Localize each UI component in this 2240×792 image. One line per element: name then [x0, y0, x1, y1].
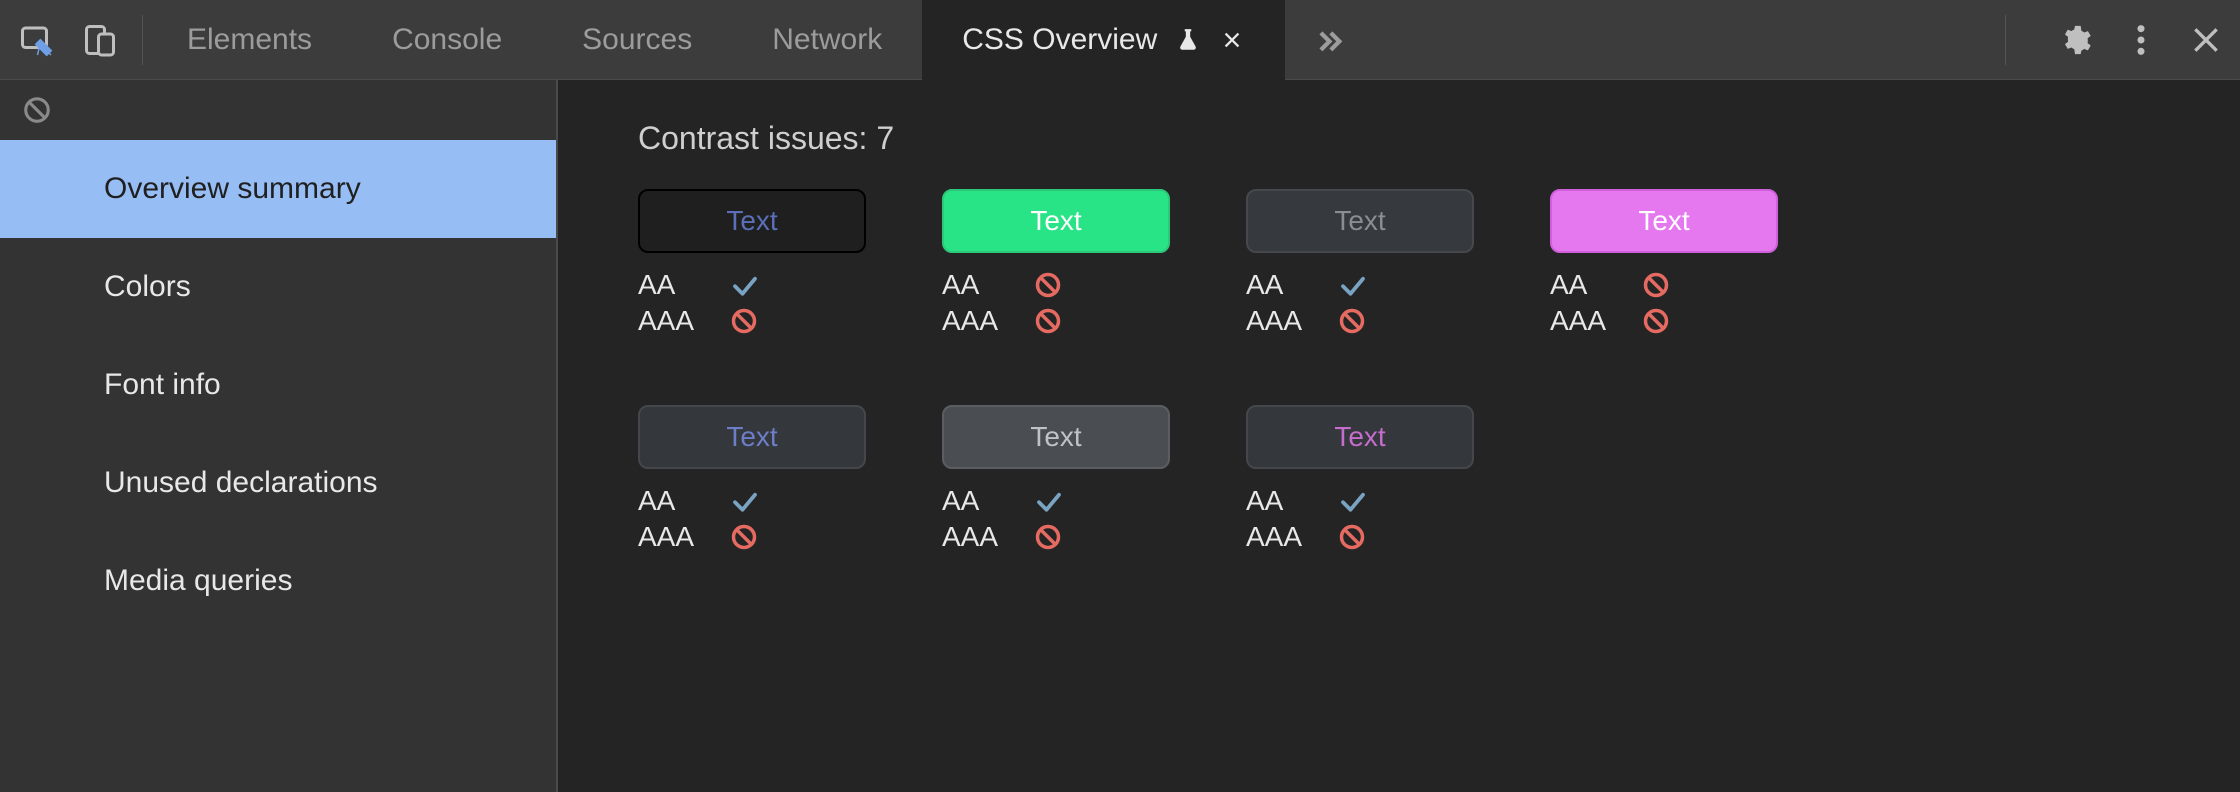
close-icon[interactable]	[1219, 27, 1245, 53]
sidebar-item-unused-declarations[interactable]: Unused declarations	[0, 434, 556, 532]
tab-elements[interactable]: Elements	[147, 0, 352, 80]
criterion-label: AAA	[1550, 305, 1622, 337]
tabstrip-left-icons	[18, 15, 143, 65]
criterion-row-aaa: AAA	[942, 305, 1170, 337]
criterion-label: AA	[1246, 485, 1318, 517]
sidebar-item-colors[interactable]: Colors	[0, 238, 556, 336]
ban-icon	[1642, 271, 1670, 299]
css-overview-sidebar: Overview summary Colors Font info Unused…	[0, 80, 558, 792]
device-toggle-icon[interactable]	[82, 22, 118, 58]
inspect-icon[interactable]	[18, 22, 54, 58]
criterion-label: AAA	[1246, 305, 1318, 337]
criterion-label: AAA	[638, 305, 710, 337]
tab-css-overview-label: CSS Overview	[962, 23, 1157, 57]
contrast-swatch[interactable]: TextAAAAA	[1550, 189, 1778, 337]
sidebar-item-overview-summary[interactable]: Overview summary	[0, 140, 556, 238]
swatch-preview: Text	[942, 405, 1170, 469]
ban-icon	[730, 307, 758, 335]
criterion-row-aa: AA	[942, 269, 1170, 301]
swatch-criteria: AAAAA	[1246, 269, 1474, 337]
ban-icon	[1642, 307, 1670, 335]
swatch-criteria: AAAAA	[1550, 269, 1778, 337]
swatch-text: Text	[1638, 205, 1689, 237]
swatch-criteria: AAAAA	[638, 269, 866, 337]
criterion-label: AA	[1550, 269, 1622, 301]
swatch-text: Text	[1334, 421, 1385, 453]
criterion-row-aaa: AAA	[638, 305, 866, 337]
criterion-row-aaa: AAA	[1246, 305, 1474, 337]
css-overview-main: Contrast issues: 7 TextAAAAATextAAAAATex…	[558, 80, 2240, 792]
ban-icon	[1338, 307, 1366, 335]
swatch-text: Text	[726, 205, 777, 237]
swatch-text: Text	[1334, 205, 1385, 237]
criterion-row-aaa: AAA	[942, 521, 1170, 553]
swatch-preview: Text	[942, 189, 1170, 253]
criterion-label: AAA	[942, 521, 1014, 553]
check-icon	[1338, 486, 1368, 516]
swatch-text: Text	[1030, 421, 1081, 453]
ban-icon	[1034, 307, 1062, 335]
contrast-swatch[interactable]: TextAAAAA	[638, 189, 866, 337]
criterion-row-aaa: AAA	[638, 521, 866, 553]
ban-icon	[730, 523, 758, 551]
swatch-criteria: AAAAA	[942, 269, 1170, 337]
criterion-row-aa: AA	[1550, 269, 1778, 301]
kebab-icon[interactable]	[2136, 23, 2146, 57]
swatch-preview: Text	[1550, 189, 1778, 253]
criterion-row-aa: AA	[942, 485, 1170, 517]
check-icon	[730, 270, 760, 300]
swatch-text: Text	[1030, 205, 1081, 237]
contrast-swatch[interactable]: TextAAAAA	[942, 189, 1170, 337]
devtools-tabstrip: Elements Console Sources Network CSS Ove…	[0, 0, 2240, 80]
check-icon	[730, 486, 760, 516]
swatch-preview: Text	[1246, 189, 1474, 253]
contrast-issues-heading: Contrast issues: 7	[638, 120, 2160, 157]
criterion-row-aa: AA	[1246, 485, 1474, 517]
sidebar-item-font-info[interactable]: Font info	[0, 336, 556, 434]
tabstrip-right-icons	[1987, 15, 2222, 65]
ban-icon[interactable]	[22, 95, 52, 125]
criterion-label: AA	[638, 485, 710, 517]
criterion-row-aa: AA	[638, 485, 866, 517]
swatch-criteria: AAAAA	[1246, 485, 1474, 553]
sidebar-item-media-queries[interactable]: Media queries	[0, 532, 556, 630]
criterion-label: AAA	[942, 305, 1014, 337]
ban-icon	[1338, 523, 1366, 551]
check-icon	[1034, 486, 1064, 516]
criterion-label: AA	[942, 485, 1014, 517]
contrast-swatch-grid: TextAAAAATextAAAAATextAAAAATextAAAAAText…	[638, 189, 1938, 553]
swatch-preview: Text	[1246, 405, 1474, 469]
criterion-label: AA	[638, 269, 710, 301]
ban-icon	[1034, 523, 1062, 551]
swatch-preview: Text	[638, 405, 866, 469]
contrast-swatch[interactable]: TextAAAAA	[1246, 405, 1474, 553]
close-devtools-icon[interactable]	[2190, 24, 2222, 56]
swatch-preview: Text	[638, 189, 866, 253]
criterion-row-aaa: AAA	[1246, 521, 1474, 553]
tab-sources[interactable]: Sources	[542, 0, 732, 80]
contrast-swatch[interactable]: TextAAAAA	[942, 405, 1170, 553]
criterion-row-aaa: AAA	[1550, 305, 1778, 337]
flask-icon	[1175, 27, 1201, 53]
ban-icon	[1034, 271, 1062, 299]
swatch-criteria: AAAAA	[942, 485, 1170, 553]
divider	[2005, 15, 2006, 65]
criterion-label: AAA	[638, 521, 710, 553]
criterion-row-aa: AA	[1246, 269, 1474, 301]
criterion-row-aa: AA	[638, 269, 866, 301]
swatch-criteria: AAAAA	[638, 485, 866, 553]
criterion-label: AA	[942, 269, 1014, 301]
criterion-label: AAA	[1246, 521, 1318, 553]
swatch-text: Text	[726, 421, 777, 453]
more-tabs-icon[interactable]	[1285, 23, 1371, 57]
tab-css-overview[interactable]: CSS Overview	[922, 0, 1285, 80]
tab-console[interactable]: Console	[352, 0, 542, 80]
contrast-swatch[interactable]: TextAAAAA	[1246, 189, 1474, 337]
tab-network[interactable]: Network	[732, 0, 922, 80]
criterion-label: AA	[1246, 269, 1318, 301]
gear-icon[interactable]	[2058, 23, 2092, 57]
contrast-swatch[interactable]: TextAAAAA	[638, 405, 866, 553]
check-icon	[1338, 270, 1368, 300]
